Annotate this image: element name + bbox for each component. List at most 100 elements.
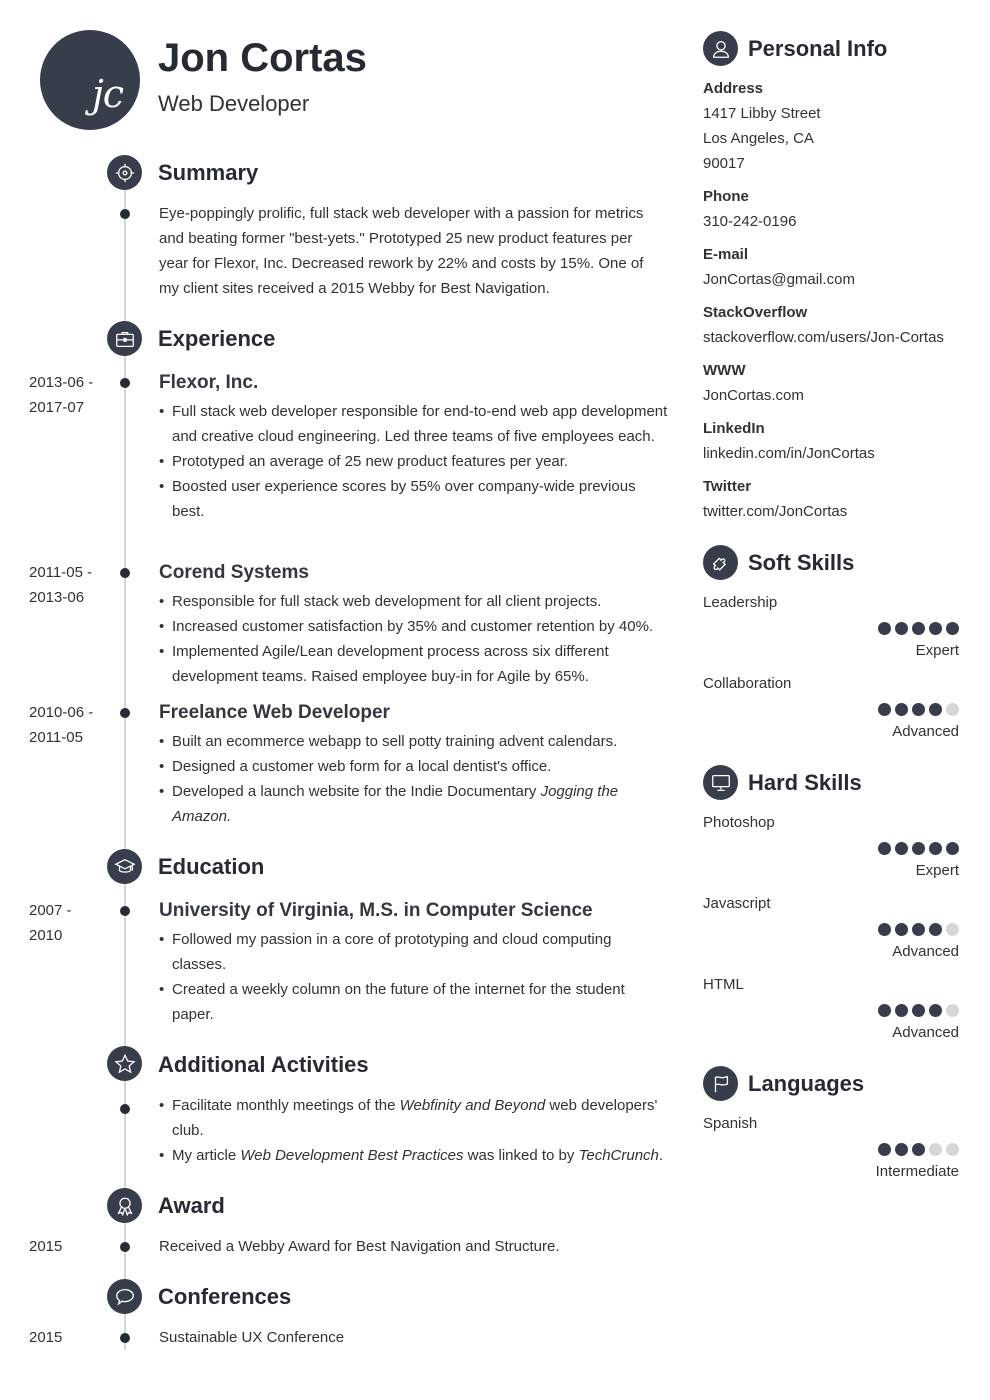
bullet-text: Facilitate monthly meetings of the [172,1097,400,1114]
job-bullets: Built an ecommerce webapp to sell potty … [159,729,669,829]
skill-name: Photoshop [703,814,775,831]
linkedin-link[interactable]: linkedin.com/in/JonCortas [703,441,875,466]
club-name: Webfinity and Beyond [399,1097,546,1114]
phone-label: Phone [703,188,749,205]
skill-rating [878,842,959,855]
bullet-item: Boosted user experience scores by 55% ov… [159,474,669,524]
www-link[interactable]: JonCortas.com [703,383,804,408]
timeline-dot [120,708,130,718]
skill-level: Advanced [892,1024,959,1041]
stackoverflow-label: StackOverflow [703,304,808,321]
job-bullets: Responsible for full stack web developme… [159,589,669,689]
bullet-text: Developed a launch website for the Indie… [172,783,541,800]
section-title-activities: Additional Activities [158,1052,369,1077]
section-title-languages: Languages [748,1071,865,1096]
rating-dot-filled [878,1004,891,1017]
skill-rating [878,1004,959,1017]
bullet-text: . [658,1147,664,1164]
rating-dot-empty [929,1143,942,1156]
candidate-title: Web Developer [158,91,310,116]
job-date: 2010-06 - 2011-05 [29,700,93,750]
job-date: 2011-05 - 2013-06 [29,560,92,610]
rating-dot-filled [878,622,891,635]
skill-level: Expert [915,642,959,659]
rating-dot-filled [912,842,925,855]
section-title-education: Education [158,854,265,879]
bullet-item: Increased customer satisfaction by 35% a… [159,614,669,639]
summary-text: Eye-poppingly prolific, full stack web d… [159,205,644,297]
language-name: Spanish [703,1115,758,1132]
bullet-item: Full stack web developer responsible for… [159,399,669,449]
language-level: Intermediate [875,1163,959,1180]
timeline-dot [120,568,130,578]
briefcase-icon [107,321,142,356]
twitter-link[interactable]: twitter.com/JonCortas [703,499,847,524]
target-icon [107,155,142,190]
bullet-item: Followed my passion in a core of prototy… [159,927,669,977]
flag-icon [703,1066,738,1101]
job-date: 2013-06 - 2017-07 [29,370,93,420]
skill-rating [878,622,959,635]
rating-dot-filled [895,703,908,716]
bullet-item: Designed a customer web form for a local… [159,754,669,779]
rating-dot-filled [895,622,908,635]
email-label: E-mail [703,246,749,263]
conference-text: Sustainable UX Conference [159,1329,345,1346]
activities-bullets: Facilitate monthly meetings of the Webfi… [159,1093,674,1168]
address-line: 90017 [703,155,745,172]
date-start: 2011-05 - [29,564,93,581]
rating-dot-filled [929,842,942,855]
section-title-personal-info: Personal Info [748,36,888,61]
date-start: 2007 - [29,902,72,919]
bullet-text: was linked to by [463,1147,579,1164]
skill-rating [878,923,959,936]
job-title: Flexor, Inc. [159,372,259,393]
address-line: Los Angeles, CA [703,130,814,147]
job-title: Corend Systems [159,562,309,583]
phone-value: 310-242-0196 [703,213,797,230]
section-title-summary: Summary [158,160,259,185]
rating-dot-filled [946,622,959,635]
linkedin-label: LinkedIn [703,420,765,437]
bullet-item: Facilitate monthly meetings of the Webfi… [159,1093,674,1143]
resume-page: jc Jon Cortas Web Developer Summary Eye-… [0,0,990,1400]
bullet-end: . [227,808,232,825]
section-title-experience: Experience [158,326,276,351]
avatar-initials: jc [92,72,124,116]
education-bullets: Followed my passion in a core of prototy… [159,927,669,1027]
www-label: WWW [703,362,746,379]
skill-name: Javascript [703,895,771,912]
job-bullets: Full stack web developer responsible for… [159,399,669,524]
skill-name: Leadership [703,594,778,611]
rating-dot-empty [946,703,959,716]
education-title: University of Virginia, M.S. in Computer… [159,900,593,921]
rating-dot-filled [929,703,942,716]
speech-bubble-icon [107,1279,142,1314]
address-value: 1417 Libby Street Los Angeles, CA 90017 [703,101,821,176]
rating-dot-filled [929,923,942,936]
award-text: Received a Webby Award for Best Navigati… [159,1238,560,1255]
award-ribbon-icon [107,1188,142,1223]
bullet-item: Implemented Agile/Lean development proce… [159,639,669,689]
email-link[interactable]: JonCortas@gmail.com [703,267,855,292]
twitter-label: Twitter [703,478,752,495]
rating-dot-filled [912,1143,925,1156]
bullet-item: Developed a launch website for the Indie… [159,779,669,829]
bullet-item: Responsible for full stack web developme… [159,589,669,614]
bullet-text: My article [172,1147,241,1164]
rating-dot-filled [912,622,925,635]
star-icon [107,1046,142,1081]
bullet-item: Created a weekly column on the future of… [159,977,669,1027]
language-rating [878,1143,959,1156]
skill-rating [878,703,959,716]
education-date: 2007 - 2010 [29,898,72,948]
timeline-dot [120,1242,130,1252]
monitor-icon [703,765,738,800]
date-start: 2010-06 - [29,704,94,721]
award-date: 2015 [29,1238,63,1255]
date-end: 2011-05 [29,729,83,746]
stackoverflow-link[interactable]: stackoverflow.com/users/Jon-Cortas [703,325,944,350]
timeline-dot [120,1104,130,1114]
rating-dot-empty [946,923,959,936]
rating-dot-empty [946,1004,959,1017]
